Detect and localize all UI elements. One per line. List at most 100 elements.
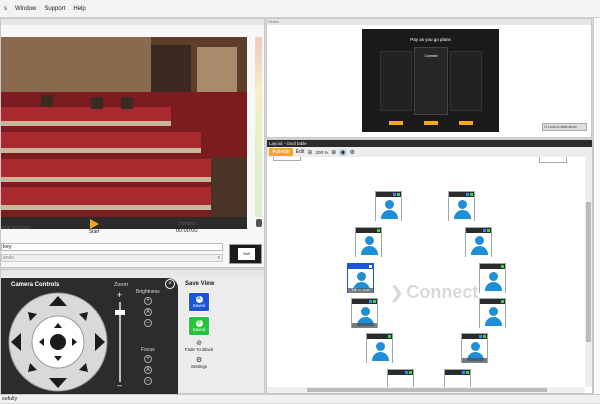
seat-2[interactable] xyxy=(448,191,475,221)
focus-up-button[interactable]: + xyxy=(144,355,152,363)
seat-3[interactable] xyxy=(355,227,382,257)
save-a-state: Saved xyxy=(192,303,206,308)
mic-icon[interactable] xyxy=(256,219,262,227)
audio-level-meter xyxy=(255,37,262,217)
thumbnail-label: Sell xyxy=(238,248,255,260)
video-panel: ocal webcast Start Duration 00:00:00 key… xyxy=(0,18,265,268)
status-bar: ssfully xyxy=(0,394,600,403)
key-input[interactable]: key xyxy=(1,243,223,251)
close-icon[interactable]: × xyxy=(165,279,175,289)
slide-plan-2-name: Connect xyxy=(424,54,438,58)
save-b-letter: B xyxy=(195,320,203,327)
seat-5[interactable]: Talk to mute xyxy=(347,263,374,293)
seat-7[interactable] xyxy=(351,298,378,328)
seat-1[interactable] xyxy=(375,191,402,221)
canvas-element-top-left[interactable] xyxy=(273,157,301,161)
save-b-state: Saved xyxy=(192,327,206,332)
layout-canvas[interactable]: ❯ Connect Talk to mute xyxy=(267,157,585,387)
layout-toolbar: Activate Edit ⊖ 200 % ⊕ ◉ ⚙ xyxy=(267,147,592,157)
save-view-a-button[interactable]: A Saved xyxy=(188,292,210,312)
gear-icon[interactable]: ⚙ xyxy=(350,149,355,156)
eye-icon[interactable]: ◉ xyxy=(339,148,347,156)
save-view-title: Save View xyxy=(185,281,215,287)
seat-8[interactable] xyxy=(479,298,506,328)
menu-item-support[interactable]: Support xyxy=(44,6,65,12)
focus-down-button[interactable]: – xyxy=(144,377,152,385)
menu-item-help[interactable]: Help xyxy=(73,6,85,12)
source-label: ocal webcast xyxy=(1,225,30,231)
edit-button[interactable]: Edit xyxy=(296,149,305,155)
video-preview xyxy=(1,37,247,229)
gear-icon: ⚙ xyxy=(195,356,203,364)
seat-12[interactable] xyxy=(444,369,471,387)
vertical-scrollbar[interactable] xyxy=(585,157,592,387)
connect-logo-icon: ❯ xyxy=(390,284,404,302)
slide-cta-3 xyxy=(459,121,473,125)
menu-item-s[interactable]: s xyxy=(4,6,7,12)
duration-label: Duration xyxy=(178,221,197,227)
slides-panel: Slides Pay as you go plans Connect ☑ Loc… xyxy=(266,18,592,138)
source-dropdown[interactable]: ands ▾ xyxy=(1,254,223,262)
activate-button[interactable]: Activate xyxy=(269,148,293,156)
brightness-label: Brightness xyxy=(136,289,160,295)
menu-item-window[interactable]: Window xyxy=(15,6,36,12)
source-dropdown-text: ands xyxy=(3,255,14,261)
seat-caption-10 xyxy=(462,358,487,363)
slide-heading: Pay as you go plans xyxy=(410,37,451,42)
watermark-text: Connect xyxy=(406,282,479,302)
start-button[interactable]: Start xyxy=(85,218,103,236)
layout-panel: Layout - Oval table Activate Edit ⊖ 200 … xyxy=(266,139,593,394)
slide-plan-3 xyxy=(450,51,482,111)
vertical-scrollbar-thumb[interactable] xyxy=(586,202,591,342)
seat-9[interactable] xyxy=(366,333,393,363)
menu-bar: s Window Support Help xyxy=(0,0,600,18)
focus-label: Focus xyxy=(141,347,155,353)
zoom-value[interactable]: 200 % xyxy=(315,150,328,155)
settings-button[interactable]: ⚙ Settings xyxy=(187,355,211,369)
horizontal-scrollbar-thumb[interactable] xyxy=(307,388,547,392)
layout-title: Layout - Oval table xyxy=(269,141,307,146)
zoom-in-button[interactable]: + xyxy=(115,290,124,300)
seat-caption: Talk to mute xyxy=(348,288,373,293)
seat-11[interactable] xyxy=(387,369,414,387)
camera-panel: Camera Controls × Zoom + – Brightness + … xyxy=(0,269,265,394)
seat-6[interactable] xyxy=(479,263,506,293)
horizontal-scrollbar[interactable] xyxy=(267,387,585,393)
status-text: ssfully xyxy=(2,396,18,402)
duration-value: 00:00:00 xyxy=(176,228,198,234)
slides-title: Slides xyxy=(268,19,279,24)
pan-tilt-dpad[interactable] xyxy=(6,292,110,392)
brightness-down-button[interactable]: – xyxy=(144,319,152,327)
lock-slide-label: Lock to slide show xyxy=(548,125,577,129)
brightness-up-button[interactable]: + xyxy=(144,297,152,305)
save-view-b-button[interactable]: B Saved xyxy=(188,316,210,336)
zoom-out-button[interactable]: – xyxy=(115,380,124,390)
seat-4[interactable] xyxy=(465,227,492,257)
camera-panel-header xyxy=(1,270,264,276)
focus-auto-button[interactable]: A xyxy=(144,366,152,374)
output-thumbnail[interactable]: Sell xyxy=(229,244,262,264)
zoom-in-icon[interactable]: ⊕ xyxy=(331,149,336,156)
panel-header xyxy=(1,19,264,25)
slide-cta-2 xyxy=(424,121,438,125)
seat-10[interactable] xyxy=(461,333,488,363)
slides-panel-header: Slides xyxy=(267,19,591,25)
key-input-text: key xyxy=(3,244,12,250)
camera-controls-title: Camera Controls xyxy=(11,282,60,288)
seat-caption-7 xyxy=(352,323,377,328)
slide-preview: Pay as you go plans Connect xyxy=(362,29,499,132)
canvas-element-top-right[interactable] xyxy=(539,157,567,163)
start-label: Start xyxy=(88,229,100,235)
fade-to-black-button[interactable]: ⊘ Fade To Black xyxy=(183,338,215,352)
lock-slide-checkbox[interactable]: ☑ Lock to slide show xyxy=(542,123,587,131)
logo-watermark: ❯ Connect xyxy=(390,282,478,303)
zoom-slider-thumb[interactable] xyxy=(115,310,125,315)
side-strip xyxy=(593,18,600,394)
save-a-letter: A xyxy=(195,296,203,303)
brightness-auto-button[interactable]: A xyxy=(144,308,152,316)
play-icon xyxy=(90,219,99,229)
zoom-label: Zoom xyxy=(114,282,129,288)
no-entry-icon: ⊘ xyxy=(196,339,202,347)
zoom-out-icon[interactable]: ⊖ xyxy=(307,149,312,156)
slide-cta-1 xyxy=(389,121,403,125)
